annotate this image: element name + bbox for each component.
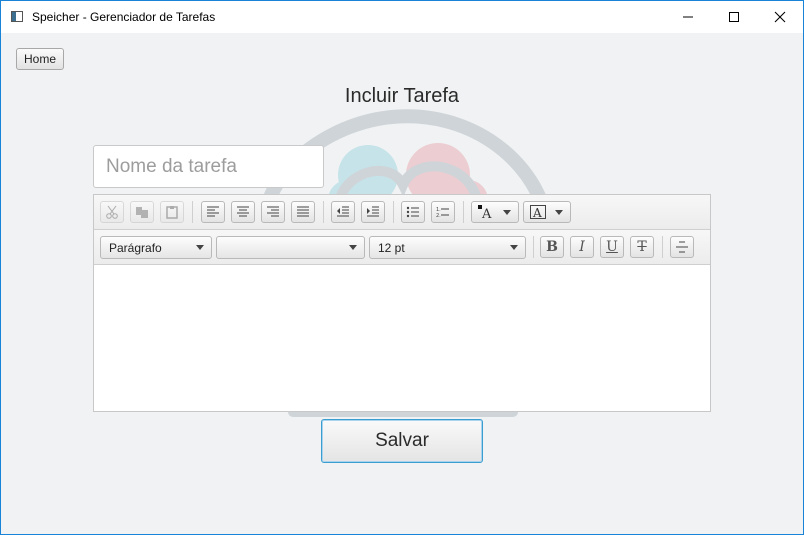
numbered-list-button[interactable]: 1. 2. — [431, 201, 455, 223]
svg-text:A: A — [481, 207, 492, 219]
minimize-icon — [683, 16, 693, 18]
paragraph-style-value: Parágrafo — [109, 240, 162, 255]
editor-toolbar-top: 1. 2. A A — [94, 195, 710, 230]
horizontal-rule-button[interactable] — [670, 236, 694, 258]
outdent-button[interactable] — [331, 201, 355, 223]
rich-text-editor: 1. 2. A A Parágrafo 12 pt B I U T — [93, 194, 711, 412]
chevron-down-icon — [196, 245, 204, 250]
toolbar-separator — [323, 201, 324, 223]
editor-toolbar-bottom: Parágrafo 12 pt B I U T — [94, 230, 710, 265]
app-window: Speicher - Gerenciador de Tarefas Home I… — [0, 0, 804, 535]
justify-icon — [297, 206, 309, 217]
outdent-icon — [337, 206, 349, 217]
text-color-button[interactable]: A — [471, 201, 519, 223]
horizontal-rule-icon — [676, 241, 688, 253]
copy-icon — [136, 207, 148, 218]
font-size-select[interactable]: 12 pt — [369, 236, 526, 259]
task-name-input[interactable]: Nome da tarefa — [93, 145, 324, 188]
maximize-button[interactable] — [711, 1, 757, 33]
toolbar-separator — [192, 201, 193, 223]
save-button[interactable]: Salvar — [321, 419, 483, 463]
chevron-down-icon — [510, 245, 518, 250]
paste-icon — [166, 206, 178, 219]
maximize-icon — [729, 12, 739, 22]
align-left-icon — [207, 206, 219, 217]
bold-icon: B — [546, 239, 558, 255]
underline-icon: U — [606, 239, 618, 255]
align-left-button[interactable] — [201, 201, 225, 223]
close-icon — [774, 11, 786, 23]
paragraph-style-select[interactable]: Parágrafo — [100, 236, 212, 259]
font-family-select[interactable] — [216, 236, 365, 259]
align-right-button[interactable] — [261, 201, 285, 223]
minimize-button[interactable] — [665, 1, 711, 33]
strikethrough-icon: T — [637, 239, 647, 255]
align-center-button[interactable] — [231, 201, 255, 223]
editor-body[interactable] — [94, 265, 710, 411]
italic-icon: I — [579, 239, 585, 255]
main-content: Home Incluir Tarefa Nome da tarefa 1. 2.… — [1, 33, 803, 534]
font-size-value: 12 pt — [378, 240, 405, 255]
strikethrough-button[interactable]: T — [630, 236, 654, 258]
indent-button[interactable] — [361, 201, 385, 223]
toolbar-separator — [533, 236, 534, 258]
align-right-icon — [267, 206, 279, 217]
chevron-down-icon — [349, 245, 357, 250]
numbered-list-icon: 1.2. — [436, 207, 449, 218]
page-title: Incluir Tarefa — [344, 85, 460, 107]
italic-button[interactable]: I — [570, 236, 594, 258]
background-color-button[interactable]: A — [523, 201, 571, 223]
title-bar[interactable]: Speicher - Gerenciador de Tarefas — [1, 1, 803, 33]
paste-button[interactable] — [160, 201, 184, 223]
bullet-list-button[interactable] — [401, 201, 425, 223]
home-button[interactable]: Home — [16, 48, 64, 70]
chevron-down-icon — [555, 210, 563, 215]
svg-text:A: A — [532, 206, 542, 219]
bullet-list-icon — [406, 206, 419, 218]
toolbar-separator — [463, 201, 464, 223]
align-center-icon — [237, 206, 249, 217]
underline-button[interactable]: U — [600, 236, 624, 258]
svg-text:2.: 2. — [436, 213, 441, 218]
toolbar-separator — [662, 236, 663, 258]
indent-icon — [367, 206, 379, 217]
toolbar-separator — [393, 201, 394, 223]
copy-button[interactable] — [130, 201, 154, 223]
window-title: Speicher - Gerenciador de Tarefas — [32, 10, 216, 24]
text-color-icon: A — [478, 205, 492, 219]
chevron-down-icon — [503, 210, 511, 215]
scissors-icon — [106, 205, 118, 219]
close-button[interactable] — [757, 1, 803, 33]
bold-button[interactable]: B — [540, 236, 564, 258]
highlight-color-icon: A — [530, 205, 546, 219]
justify-button[interactable] — [291, 201, 315, 223]
app-icon — [11, 11, 23, 22]
task-name-placeholder: Nome da tarefa — [106, 155, 237, 177]
cut-button[interactable] — [100, 201, 124, 223]
